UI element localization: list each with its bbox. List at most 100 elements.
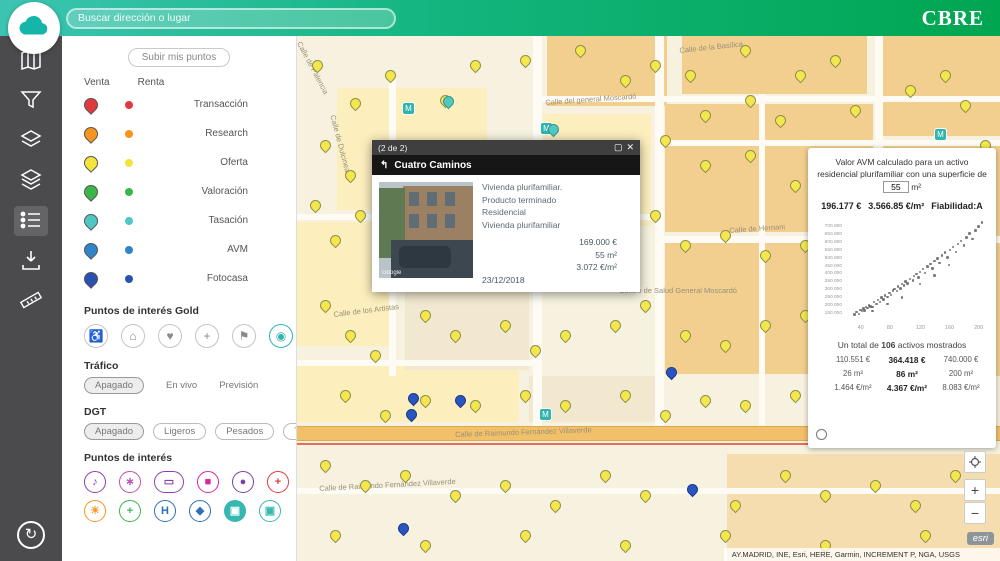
y-axis-tick: 350.000 (816, 279, 842, 284)
street (657, 140, 1000, 146)
map-pin-yellow[interactable] (558, 328, 574, 344)
stat-value: 364.418 € (880, 355, 934, 365)
scatter-point (913, 275, 916, 278)
listing-details: Vivienda plurifamiliar. Producto termina… (482, 182, 633, 285)
poi-4-icon[interactable]: ■ (197, 471, 219, 493)
radio-circle-icon[interactable] (816, 429, 827, 440)
trafico-en-vivo-button[interactable]: En vivo (166, 380, 197, 391)
map-pin-yellow[interactable] (518, 528, 534, 544)
poi-5-icon[interactable]: ● (232, 471, 254, 493)
poi-b-3-icon[interactable]: H (154, 500, 176, 522)
map-pin-yellow[interactable] (308, 198, 324, 214)
upload-points-button[interactable]: Subir mis puntos (128, 48, 230, 67)
legend-pin-avm[interactable] (81, 240, 101, 260)
map-pin-blue[interactable] (396, 521, 412, 537)
legend-pin-valoracio-n[interactable] (81, 182, 101, 202)
poi-gold-health-icon[interactable]: ♥ (158, 324, 182, 348)
zoom-out-button[interactable]: − (964, 502, 986, 524)
left-toolbar: ↻ (0, 36, 62, 561)
back-icon[interactable]: ↰ (380, 160, 388, 171)
layers-icon[interactable] (14, 126, 48, 156)
poi-b-2-icon[interactable]: + (119, 500, 141, 522)
map-pin-yellow[interactable] (738, 398, 754, 414)
brand-logo: CBRE (922, 6, 984, 31)
poi-icons-row-2: ☀ + H ◆ ▣ ▣ (62, 500, 296, 522)
dgt-ligeros-button[interactable]: Ligeros (153, 423, 206, 440)
dgt-apagado-button[interactable]: Apagado (84, 423, 144, 440)
legend-pin-fotocasa[interactable] (81, 269, 101, 289)
poi-gold-home-icon[interactable]: ⌂ (121, 324, 145, 348)
stat-value: 200 m² (934, 369, 988, 379)
poi-b-4-icon[interactable]: ◆ (189, 500, 211, 522)
map-pin-yellow[interactable] (548, 498, 564, 514)
legend-dot-research[interactable] (125, 130, 133, 138)
legend-dot-oferta[interactable] (125, 159, 133, 167)
legend-pin-research[interactable] (81, 124, 101, 144)
poi-6-icon[interactable]: + (267, 471, 289, 493)
legend-dot-transaccio-n[interactable] (125, 101, 133, 109)
dgt-pesados-button[interactable]: Pesados (215, 423, 274, 440)
locate-button[interactable] (964, 451, 986, 473)
map-pin-yellow[interactable] (618, 538, 634, 554)
map-pin-yellow[interactable] (638, 298, 654, 314)
map-pin-yellow[interactable] (518, 53, 534, 69)
legend-pin-oferta[interactable] (81, 153, 101, 173)
maximize-icon[interactable]: ▢ (614, 142, 623, 153)
scatter-point (974, 229, 977, 232)
poi-2-icon[interactable]: ∗ (119, 471, 141, 493)
dgt-buttons: Apagado Ligeros Pesados Todos (62, 423, 296, 440)
poi-b-5-icon[interactable]: ▣ (224, 500, 246, 522)
legend-label: Transacción (194, 99, 248, 110)
legend-list-icon[interactable] (14, 206, 48, 236)
map-pin-yellow[interactable] (598, 468, 614, 484)
trafico-apagado-button[interactable]: Apagado (84, 377, 144, 394)
poi-1-icon[interactable]: ♪ (84, 471, 106, 493)
surface-input[interactable] (883, 181, 909, 193)
legend-dot-valoracio-n[interactable] (125, 188, 133, 196)
map-pin-yellow[interactable] (418, 538, 434, 554)
map-pin-yellow[interactable] (328, 528, 344, 544)
map-pin-yellow[interactable] (788, 388, 804, 404)
app-logo[interactable] (8, 2, 60, 54)
poi-gold-services-icon[interactable]: + (195, 324, 219, 348)
legend-dot-avm[interactable] (125, 246, 133, 254)
popup-pager-bar: (2 de 2) ▢ ✕ (372, 140, 640, 155)
map-pin-blue[interactable] (685, 482, 701, 498)
search-input[interactable] (66, 8, 396, 29)
legend-pin-transaccio-n[interactable] (81, 95, 101, 115)
close-icon[interactable]: ✕ (626, 142, 634, 153)
filter-icon[interactable] (14, 86, 48, 116)
refresh-icon[interactable]: ↻ (17, 521, 45, 549)
legend-pin-tasacio-n[interactable] (81, 211, 101, 231)
map-pin-yellow[interactable] (698, 393, 714, 409)
trafico-previsio-n-button[interactable]: Previsión (219, 380, 258, 391)
side-panel: Subir mis puntos Venta Renta Transacción… (62, 36, 297, 561)
map-pin-yellow[interactable] (318, 138, 334, 154)
poi-b-6-icon[interactable]: ▣ (259, 500, 281, 522)
station-icon[interactable]: M (539, 408, 552, 421)
poi-gold-accessibility-icon[interactable]: ♿ (84, 324, 108, 348)
listing-popup: (2 de 2) ▢ ✕ ↰ Cuatro Caminos (372, 140, 640, 292)
poi-gold-camera-icon[interactable]: ◉ (269, 324, 293, 348)
y-axis-tick: 400.000 (816, 271, 842, 276)
poi-b-1-icon[interactable]: ☀ (84, 500, 106, 522)
map-pin-yellow[interactable] (608, 318, 624, 334)
map-canvas[interactable]: Calle de PalenciaCalle de DulcineaCalle … (297, 36, 1000, 561)
station-icon[interactable]: M (402, 102, 415, 115)
map-pin-yellow[interactable] (468, 58, 484, 74)
avm-values: 196.177 € 3.566.85 €/m² Fiabilidad:A (816, 201, 988, 211)
station-icon[interactable]: M (934, 128, 947, 141)
map-pin-yellow[interactable] (318, 458, 334, 474)
measure-icon[interactable] (14, 286, 48, 316)
download-icon[interactable] (14, 246, 48, 276)
scatter-point (968, 232, 971, 235)
avm-title-text: Valor AVM calculado para un activo resid… (817, 157, 987, 179)
layers-alt-icon[interactable] (14, 166, 48, 196)
legend-dot-tasacio-n[interactable] (125, 217, 133, 225)
poi-gold-flag-icon[interactable]: ⚑ (232, 324, 256, 348)
zoom-in-button[interactable]: + (964, 479, 986, 501)
poi-3-icon[interactable]: ▭ (154, 471, 184, 493)
dgt-todos-button[interactable]: Todos (283, 423, 297, 440)
map-pin-yellow[interactable] (353, 208, 369, 224)
legend-dot-fotocasa[interactable] (125, 275, 133, 283)
